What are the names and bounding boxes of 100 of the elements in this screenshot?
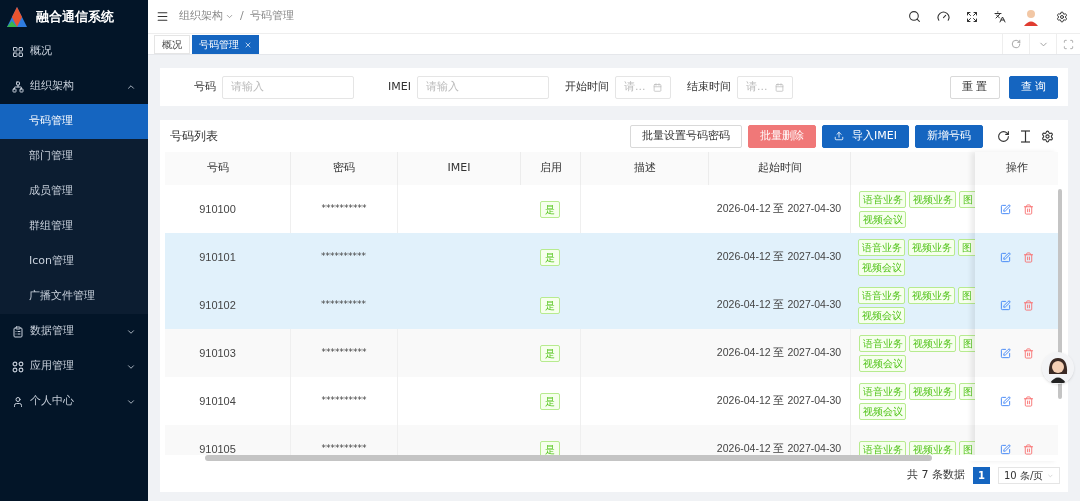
action-button[interactable]: 重 置 — [950, 75, 1000, 99]
row-height-icon[interactable] — [1020, 129, 1031, 143]
edit-icon[interactable] — [999, 203, 1011, 215]
enabled-tag: 是 — [540, 200, 560, 218]
table-row[interactable]: 910103 ********** 是 2026-04-12 至 2027-04-30 语音业务 视频业务 图 视频会议 — [165, 329, 975, 377]
service-tag: 图 — [959, 382, 975, 400]
page-tab[interactable]: 概况 — [154, 35, 190, 54]
breadcrumb-link[interactable]: 号码管理 — [249, 8, 294, 25]
table-row[interactable]: 910101 ********** 是 2026-04-12 至 2027-04-30 语音业务 视频业务 图 视频会议 — [165, 233, 975, 281]
service-tag: 视频会议 — [859, 354, 906, 372]
number-cell-text: 910101 — [199, 249, 236, 265]
hierarchy-icon — [12, 80, 24, 93]
service-tag: 语音业务 — [859, 382, 906, 400]
breadcrumb-separator: / — [240, 8, 244, 25]
action-button[interactable]: 批量设置号码密码 — [630, 124, 743, 148]
column-header: 启用 — [539, 160, 562, 177]
period-cell: 2026-04-12 至 2027-04-30 — [716, 249, 842, 265]
assistant-avatar[interactable] — [1042, 352, 1074, 384]
column-header: 描述 — [633, 160, 656, 177]
table-row[interactable]: 910105 ********** 是 2026-04-12 至 2027-04-30 语音业务 视频业务 图 — [165, 425, 975, 455]
service-tag: 视频会议 — [859, 402, 906, 420]
delete-icon[interactable] — [1022, 251, 1034, 263]
service-tag: 视频会议 — [858, 258, 905, 276]
breadcrumb-link[interactable]: 组织架构 — [179, 8, 234, 25]
column-header: 号码 — [206, 160, 229, 177]
delete-icon[interactable] — [1022, 395, 1034, 407]
service-tag: 语音业务 — [858, 286, 905, 304]
field-label: IMEI — [387, 78, 412, 95]
upload-icon — [834, 131, 845, 141]
submenu-item[interactable]: Icon管理 — [0, 244, 148, 279]
page-tab[interactable]: 号码管理 — [192, 35, 259, 54]
action-button[interactable]: 查 询 — [1008, 75, 1058, 99]
page-size-select[interactable]: 10 条/页 — [998, 467, 1060, 484]
search-icon[interactable] — [908, 10, 921, 23]
edit-icon[interactable] — [999, 299, 1011, 311]
table-row[interactable]: 910102 ********** 是 2026-04-12 至 2027-04-30 语音业务 视频业务 图 视频会议 — [165, 281, 975, 329]
submenu-item[interactable]: 群组管理 — [0, 209, 148, 244]
menu-item[interactable]: 概况 — [0, 34, 148, 69]
service-tag: 语音业务 — [859, 190, 906, 208]
field-label: 开始时间 — [564, 78, 610, 95]
calendar-icon — [775, 82, 784, 92]
gauge-icon[interactable] — [937, 10, 950, 23]
user-icon — [12, 395, 24, 408]
service-tag: 视频业务 — [908, 238, 955, 256]
submenu-item[interactable]: 部门管理 — [0, 139, 148, 174]
app-title: 融合通信系统 — [36, 8, 114, 27]
translate-icon[interactable] — [994, 10, 1006, 23]
password-cell: ********** — [321, 442, 367, 455]
column-header: 起始时间 — [757, 160, 802, 177]
close-icon[interactable] — [244, 40, 252, 49]
service-tag: 视频业务 — [909, 382, 956, 400]
service-tag: 视频业务 — [909, 334, 956, 352]
number-cell-text: 910105 — [199, 441, 236, 455]
field-label: 结束时间 — [686, 78, 732, 95]
period-cell: 2026-04-12 至 2027-04-30 — [716, 345, 842, 361]
menu-item[interactable]: 组织架构 — [0, 69, 148, 104]
enabled-tag: 是 — [540, 344, 560, 362]
calendar-icon — [653, 82, 662, 92]
page-button[interactable]: 1 — [973, 467, 990, 484]
refresh-icon[interactable] — [997, 129, 1010, 143]
service-tag: 图 — [958, 238, 975, 256]
service-tag: 视频业务 — [909, 440, 956, 455]
menu-item[interactable]: 个人中心 — [0, 384, 148, 419]
period-cell: 2026-04-12 至 2027-04-30 — [716, 393, 842, 409]
submenu-item[interactable]: 成员管理 — [0, 174, 148, 209]
enabled-tag: 是 — [540, 392, 560, 410]
fullscreen-icon[interactable] — [966, 10, 978, 23]
menu-item[interactable]: 应用管理 — [0, 349, 148, 384]
enabled-tag: 是 — [540, 296, 560, 314]
service-tag: 视频会议 — [858, 306, 905, 324]
avatar[interactable] — [1022, 7, 1040, 26]
edit-icon[interactable] — [999, 395, 1011, 407]
password-cell: ********** — [321, 250, 366, 264]
delete-icon[interactable] — [1022, 299, 1034, 311]
menu-icon[interactable] — [156, 10, 169, 23]
service-tag: 图 — [958, 286, 975, 304]
edit-icon[interactable] — [999, 347, 1011, 359]
service-tag: 视频业务 — [909, 190, 956, 208]
edit-icon[interactable] — [999, 251, 1011, 263]
horizontal-scrollbar[interactable] — [205, 455, 932, 461]
delete-icon[interactable] — [1022, 443, 1034, 455]
service-tag: 视频会议 — [859, 210, 906, 228]
settings-icon[interactable] — [1041, 129, 1054, 143]
edit-icon[interactable] — [999, 443, 1011, 455]
column-header: IMEI — [447, 160, 471, 177]
submenu-item[interactable]: 号码管理 — [0, 104, 148, 139]
column-header: 操作 — [1005, 160, 1028, 177]
clipboard-icon — [12, 325, 24, 338]
number-cell-text: 910102 — [199, 297, 236, 313]
delete-icon[interactable] — [1022, 203, 1034, 215]
circles-icon — [12, 360, 24, 373]
action-button[interactable]: 新增号码 — [915, 124, 983, 148]
import-button[interactable]: 导入IMEI — [822, 124, 909, 148]
enabled-tag: 是 — [540, 440, 560, 455]
settings-icon[interactable] — [1056, 10, 1068, 23]
delete-icon[interactable] — [1022, 347, 1034, 359]
column-header: 密码 — [333, 160, 355, 177]
period-cell: 2026-04-12 至 2027-04-30 — [716, 441, 842, 455]
submenu-item[interactable]: 广播文件管理 — [0, 279, 148, 314]
menu-item[interactable]: 数据管理 — [0, 314, 148, 349]
